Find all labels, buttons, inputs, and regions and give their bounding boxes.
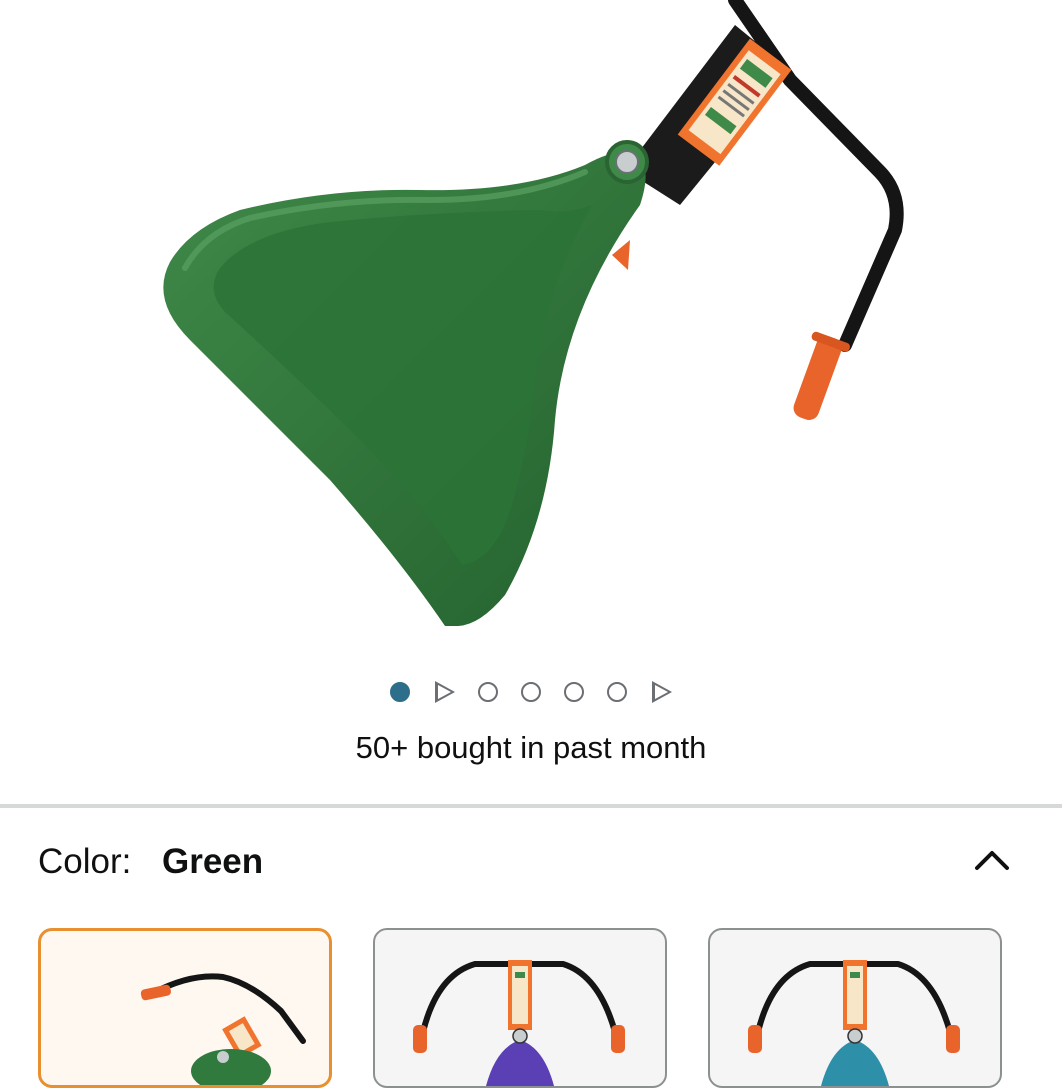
section-divider [0, 804, 1062, 808]
image-carousel-indicators [0, 676, 1062, 708]
swatch-image-purple [413, 960, 625, 1086]
color-swatch-green[interactable] [38, 928, 332, 1088]
color-swatch-purple[interactable] [373, 928, 667, 1088]
selected-color-value: Green [162, 842, 264, 881]
chevron-up-icon[interactable] [974, 844, 1010, 874]
product-image[interactable] [0, 0, 1062, 640]
carousel-dot-5[interactable] [564, 682, 584, 702]
carousel-video-icon-2[interactable] [652, 681, 672, 703]
swatch-image-teal [748, 960, 960, 1086]
swatch-image-green [140, 973, 306, 1085]
color-variation-header[interactable]: Color: Green [38, 842, 1028, 888]
color-swatch-teal[interactable] [708, 928, 1002, 1088]
carousel-dot-3[interactable] [478, 682, 498, 702]
carousel-dot-4[interactable] [521, 682, 541, 702]
product-photo [163, 0, 904, 626]
carousel-dot-6[interactable] [607, 682, 627, 702]
carousel-video-icon-1[interactable] [435, 681, 455, 703]
bought-in-past-month: 50+ bought in past month [355, 730, 707, 765]
color-label: Color: [38, 842, 132, 881]
carousel-dot-1[interactable] [390, 682, 410, 702]
